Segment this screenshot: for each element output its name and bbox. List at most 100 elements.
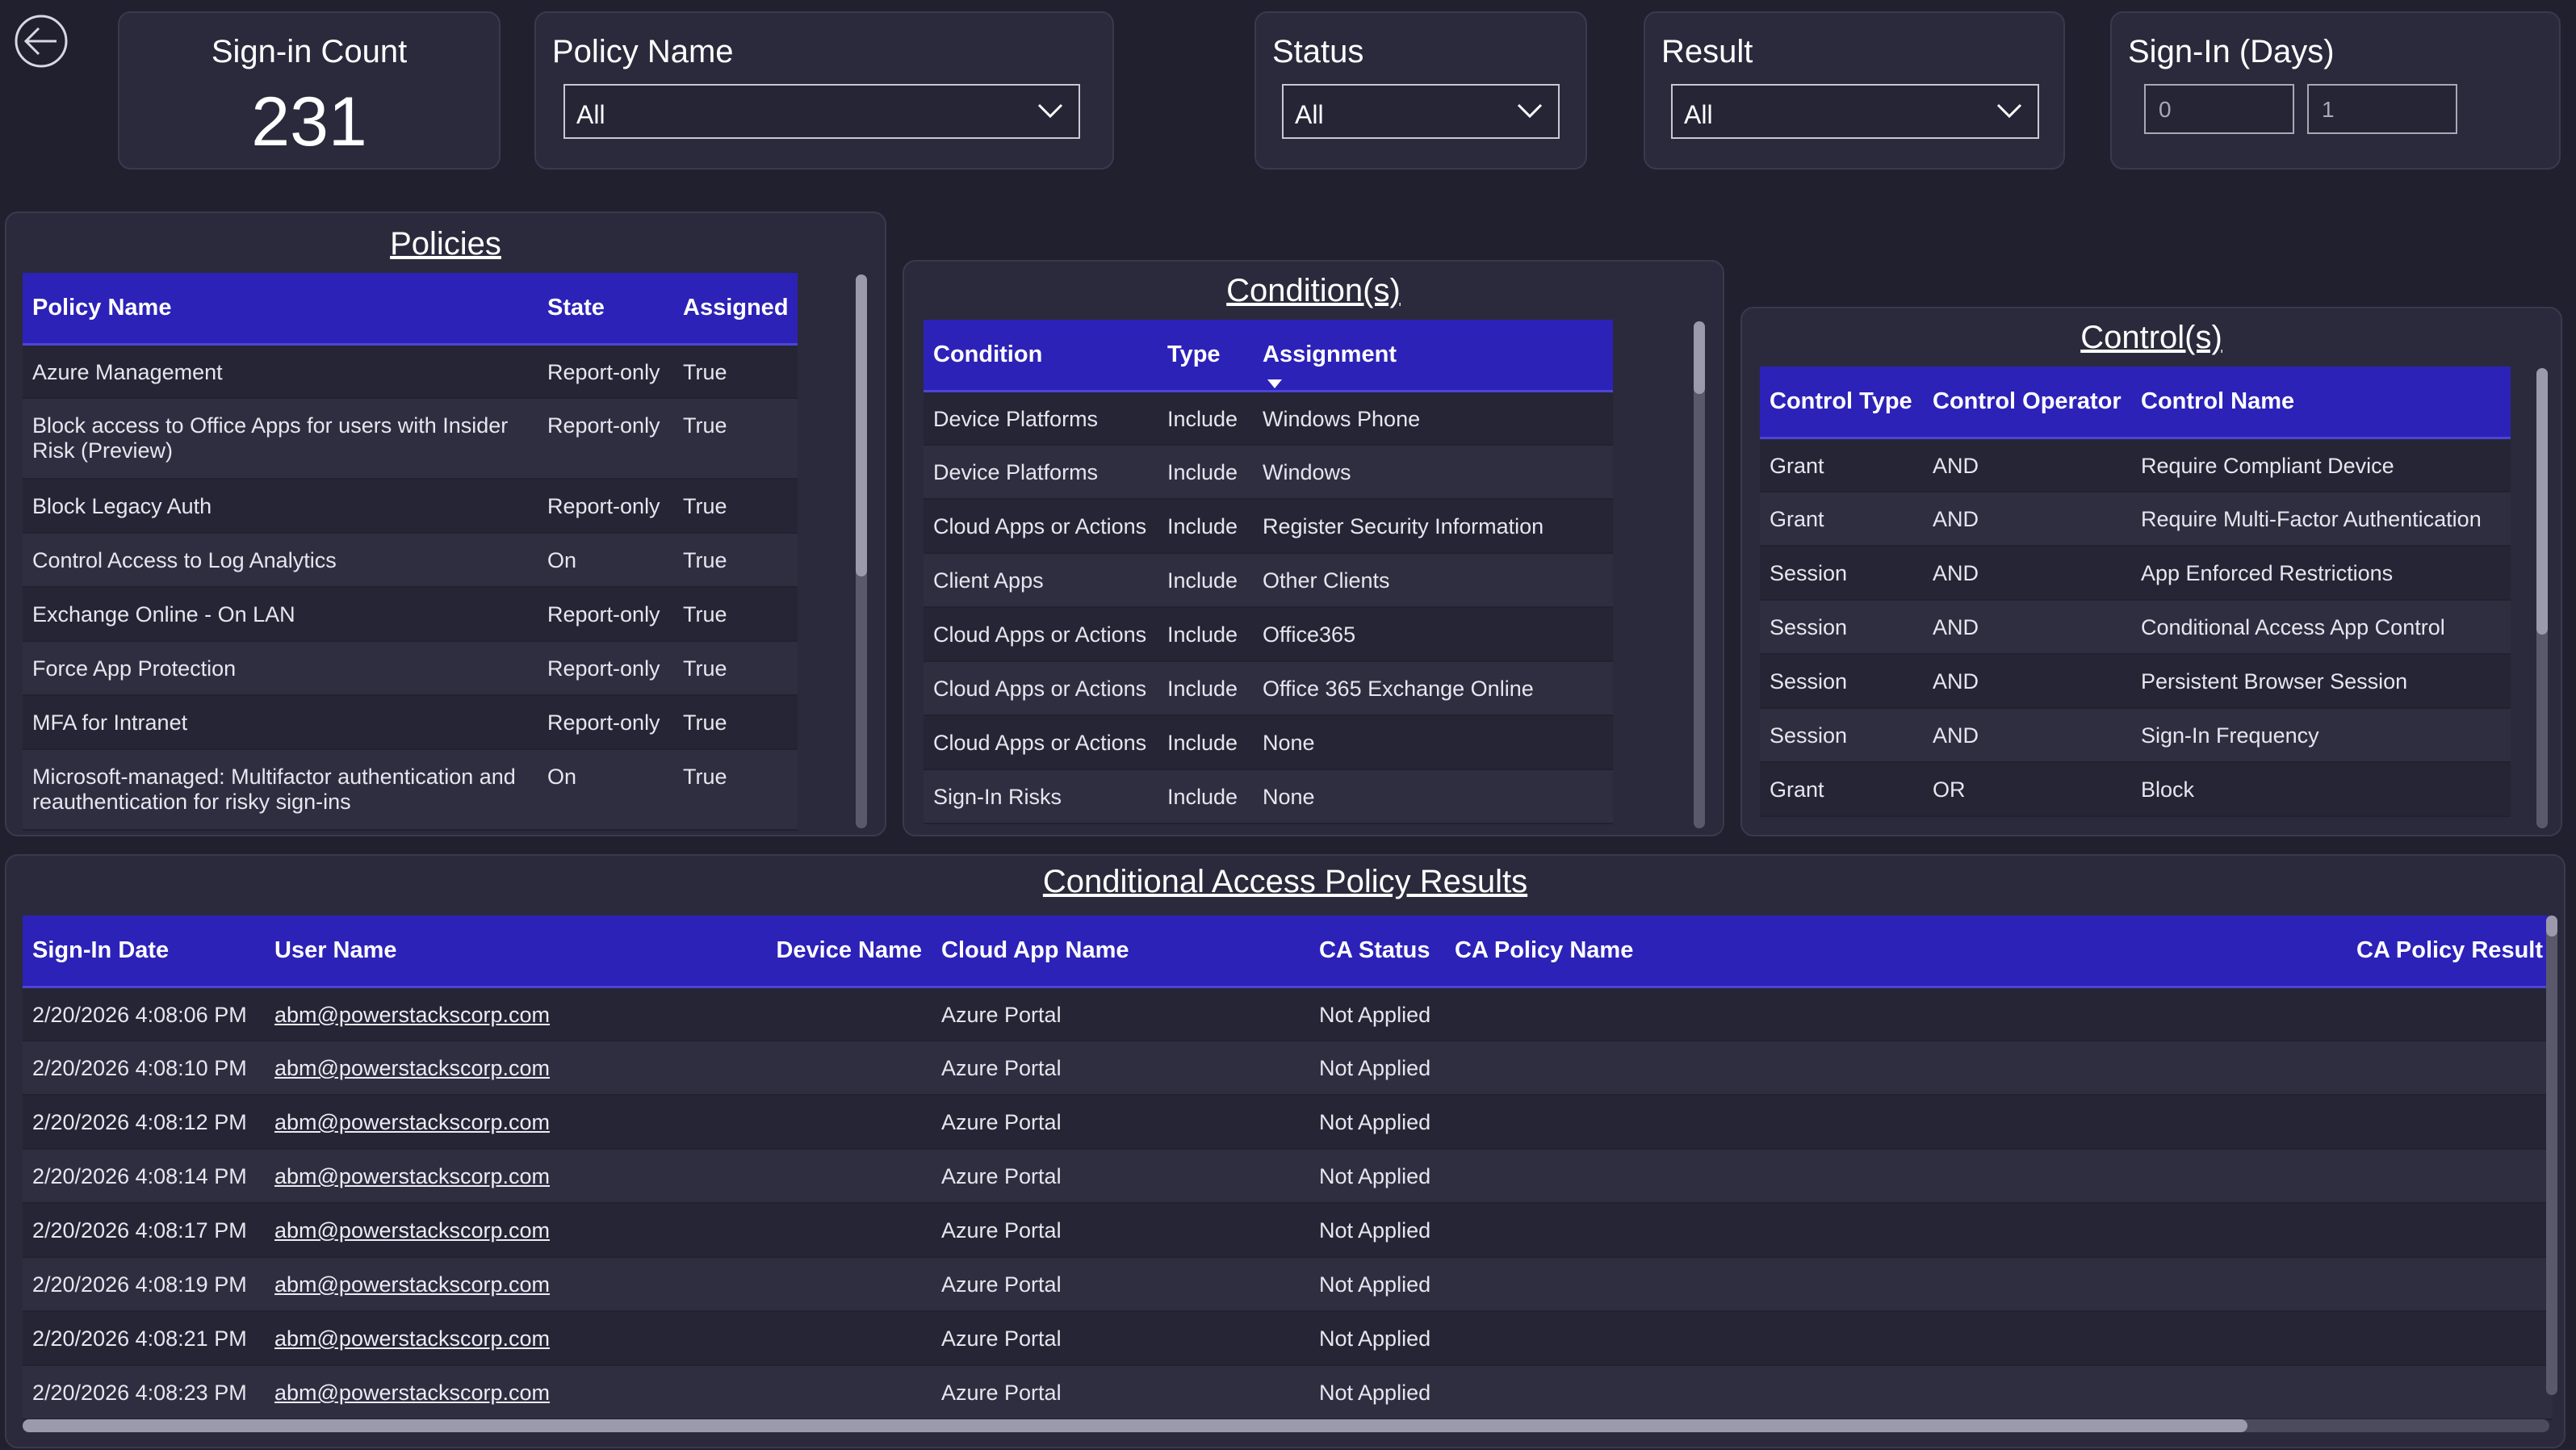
conditions-row[interactable]: Sign-In Risks Include None bbox=[924, 769, 1613, 824]
conditions-row[interactable]: Device Platforms Include Windows bbox=[924, 445, 1613, 500]
policies-row[interactable]: Block access to Office Apps for users wi… bbox=[23, 398, 798, 480]
controls-column-header[interactable]: Control Operator bbox=[1923, 367, 2131, 439]
user-name-link[interactable]: abm@powerstackscorp.com bbox=[274, 1003, 550, 1027]
results-scrollbar[interactable] bbox=[2546, 916, 2557, 1395]
results-column-header-label: Cloud App Name bbox=[941, 937, 1129, 963]
conditions-column-header[interactable]: Type bbox=[1158, 320, 1253, 392]
results-row[interactable]: 2/20/2026 4:08:17 PM abm@powerstackscorp.… bbox=[23, 1203, 2553, 1258]
controls-scrollbar-thumb[interactable] bbox=[2536, 368, 2548, 635]
controls-row[interactable]: Grant OR Block bbox=[1760, 762, 2511, 817]
policies-cell: True bbox=[673, 695, 798, 750]
conditions-scrollbar[interactable] bbox=[1694, 321, 1705, 828]
results-column-header[interactable]: Cloud App Name bbox=[932, 916, 1309, 988]
controls-row[interactable]: Session AND App Enforced Restrictions bbox=[1760, 546, 2511, 601]
results-row[interactable]: 2/20/2026 4:08:12 PM abm@powerstackscorp.… bbox=[23, 1095, 2553, 1150]
results-scrollbar-thumb[interactable] bbox=[2546, 916, 2557, 937]
user-name-link[interactable]: abm@powerstackscorp.com bbox=[274, 1110, 550, 1134]
controls-row[interactable]: Session AND Conditional Access App Control bbox=[1760, 600, 2511, 655]
conditions-row[interactable]: Client Apps Include Other Clients bbox=[924, 553, 1613, 608]
conditions-row[interactable]: Cloud Apps or Actions Include Office365 bbox=[924, 607, 1613, 662]
controls-column-header[interactable]: Control Type bbox=[1760, 367, 1923, 439]
results-cell: 2/20/2026 4:08:23 PM bbox=[23, 1365, 265, 1420]
results-column-header[interactable]: CA Policy Result bbox=[2273, 916, 2553, 988]
dashboard: Sign-in Count 231 Policy Name All Status… bbox=[0, 0, 2576, 1450]
conditions-row[interactable]: Cloud Apps or Actions Include Office 365 E… bbox=[924, 661, 1613, 716]
conditions-scrollbar-thumb[interactable] bbox=[1694, 321, 1705, 394]
status-dropdown[interactable]: All bbox=[1282, 84, 1560, 139]
conditions-row[interactable]: Cloud Apps or Actions Include None bbox=[924, 715, 1613, 770]
policies-cell: Report-only bbox=[538, 587, 673, 642]
policies-row[interactable]: Force App Protection Report-only True bbox=[23, 641, 798, 696]
controls-row[interactable]: Session AND Persistent Browser Session bbox=[1760, 654, 2511, 709]
user-name-link[interactable]: abm@powerstackscorp.com bbox=[274, 1381, 550, 1405]
policies-header-row: Policy Name State Assigned bbox=[23, 273, 798, 346]
conditions-cell: Include bbox=[1158, 391, 1253, 446]
policies-column-header[interactable]: Policy Name bbox=[23, 273, 538, 346]
result-dropdown[interactable]: All bbox=[1671, 84, 2039, 139]
conditions-cell: Include bbox=[1158, 553, 1253, 608]
back-button[interactable] bbox=[13, 13, 69, 69]
results-column-header[interactable]: User Name bbox=[265, 916, 765, 988]
chevron-down-icon bbox=[1517, 103, 1543, 119]
policies-scrollbar[interactable] bbox=[856, 274, 867, 828]
policies-cell: Report-only bbox=[538, 344, 673, 399]
policies-row[interactable]: Azure Management Report-only True bbox=[23, 344, 798, 399]
results-row[interactable]: 2/20/2026 4:08:21 PM abm@powerstackscorp.… bbox=[23, 1311, 2553, 1366]
policies-cell: True bbox=[673, 479, 798, 534]
conditions-row[interactable]: Cloud Apps or Actions Include Register Sec… bbox=[924, 499, 1613, 554]
conditions-cell: Device Platforms bbox=[924, 391, 1158, 446]
policies-cell: Control Access to Log Analytics bbox=[23, 533, 538, 588]
results-column-header[interactable]: CA Status bbox=[1309, 916, 1445, 988]
controls-cell: Session bbox=[1760, 546, 1923, 601]
policies-scrollbar-thumb[interactable] bbox=[856, 274, 867, 576]
results-column-header[interactable]: Device Name bbox=[765, 916, 932, 988]
user-name-link[interactable]: abm@powerstackscorp.com bbox=[274, 1272, 550, 1297]
results-cell: Not Applied bbox=[1309, 1041, 1445, 1096]
results-cell bbox=[2273, 1041, 2553, 1096]
results-horizontal-scrollbar[interactable] bbox=[23, 1419, 2549, 1432]
controls-row[interactable]: Session AND Sign-In Frequency bbox=[1760, 708, 2511, 763]
controls-cell: Grant bbox=[1760, 762, 1923, 817]
policies-row[interactable]: Control Access to Log Analytics On True bbox=[23, 533, 798, 588]
sign-in-days-max-input[interactable]: 1 bbox=[2307, 84, 2457, 134]
results-row[interactable]: 2/20/2026 4:08:06 PM abm@powerstackscorp.… bbox=[23, 987, 2553, 1041]
user-name-link[interactable]: abm@powerstackscorp.com bbox=[274, 1326, 550, 1351]
conditions-column-header[interactable]: Assignment bbox=[1253, 320, 1613, 392]
results-cell bbox=[1445, 1203, 2273, 1258]
controls-row[interactable]: Grant AND Require Compliant Device bbox=[1760, 438, 2511, 492]
controls-row[interactable]: Grant AND Require Multi-Factor Authenticat… bbox=[1760, 492, 2511, 547]
policy-name-dropdown[interactable]: All bbox=[563, 84, 1080, 139]
conditions-column-header[interactable]: Condition bbox=[924, 320, 1158, 392]
results-horizontal-scrollbar-thumb[interactable] bbox=[23, 1419, 2247, 1432]
results-cell: abm@powerstackscorp.com bbox=[265, 1203, 765, 1258]
conditions-cell: Windows Phone bbox=[1253, 391, 1613, 446]
conditions-row[interactable]: Device Platforms Include Windows Phone bbox=[924, 391, 1613, 446]
policies-row[interactable]: Exchange Online - On LAN Report-only True bbox=[23, 587, 798, 642]
policies-cell: True bbox=[673, 398, 798, 480]
results-row[interactable]: 2/20/2026 4:08:10 PM abm@powerstackscorp.… bbox=[23, 1041, 2553, 1096]
user-name-link[interactable]: abm@powerstackscorp.com bbox=[274, 1218, 550, 1243]
policies-row[interactable]: Block Legacy Auth Report-only True bbox=[23, 479, 798, 534]
sort-descending-icon[interactable] bbox=[1267, 379, 1282, 388]
sign-in-days-min-input[interactable]: 0 bbox=[2144, 84, 2294, 134]
policies-column-header[interactable]: Assigned bbox=[673, 273, 798, 346]
conditions-cell: Include bbox=[1158, 715, 1253, 770]
user-name-link[interactable]: abm@powerstackscorp.com bbox=[274, 1056, 550, 1080]
policies-column-header[interactable]: State bbox=[538, 273, 673, 346]
controls-column-header[interactable]: Control Name bbox=[2131, 367, 2511, 439]
results-column-header[interactable]: CA Policy Name bbox=[1445, 916, 2273, 988]
controls-table: Control Type Control Operator Control Name… bbox=[1760, 367, 2511, 817]
results-row[interactable]: 2/20/2026 4:08:14 PM abm@powerstackscorp.… bbox=[23, 1149, 2553, 1204]
policies-cell: True bbox=[673, 641, 798, 696]
policies-row[interactable]: Microsoft-managed: Multifactor authentic… bbox=[23, 749, 798, 831]
results-cell bbox=[1445, 1095, 2273, 1150]
results-cell: abm@powerstackscorp.com bbox=[265, 1257, 765, 1312]
policies-row[interactable]: MFA for Intranet Report-only True bbox=[23, 695, 798, 750]
results-column-header[interactable]: Sign-In Date bbox=[23, 916, 265, 988]
results-table: Sign-In Date User Name Device Name Cloud Ap… bbox=[23, 916, 2553, 1420]
user-name-link[interactable]: abm@powerstackscorp.com bbox=[274, 1164, 550, 1188]
controls-scrollbar[interactable] bbox=[2536, 368, 2548, 828]
policies-table: Policy Name State Assigned Azure Managemen… bbox=[23, 273, 798, 831]
results-row[interactable]: 2/20/2026 4:08:19 PM abm@powerstackscorp.… bbox=[23, 1257, 2553, 1312]
results-row[interactable]: 2/20/2026 4:08:23 PM abm@powerstackscorp.… bbox=[23, 1365, 2553, 1420]
